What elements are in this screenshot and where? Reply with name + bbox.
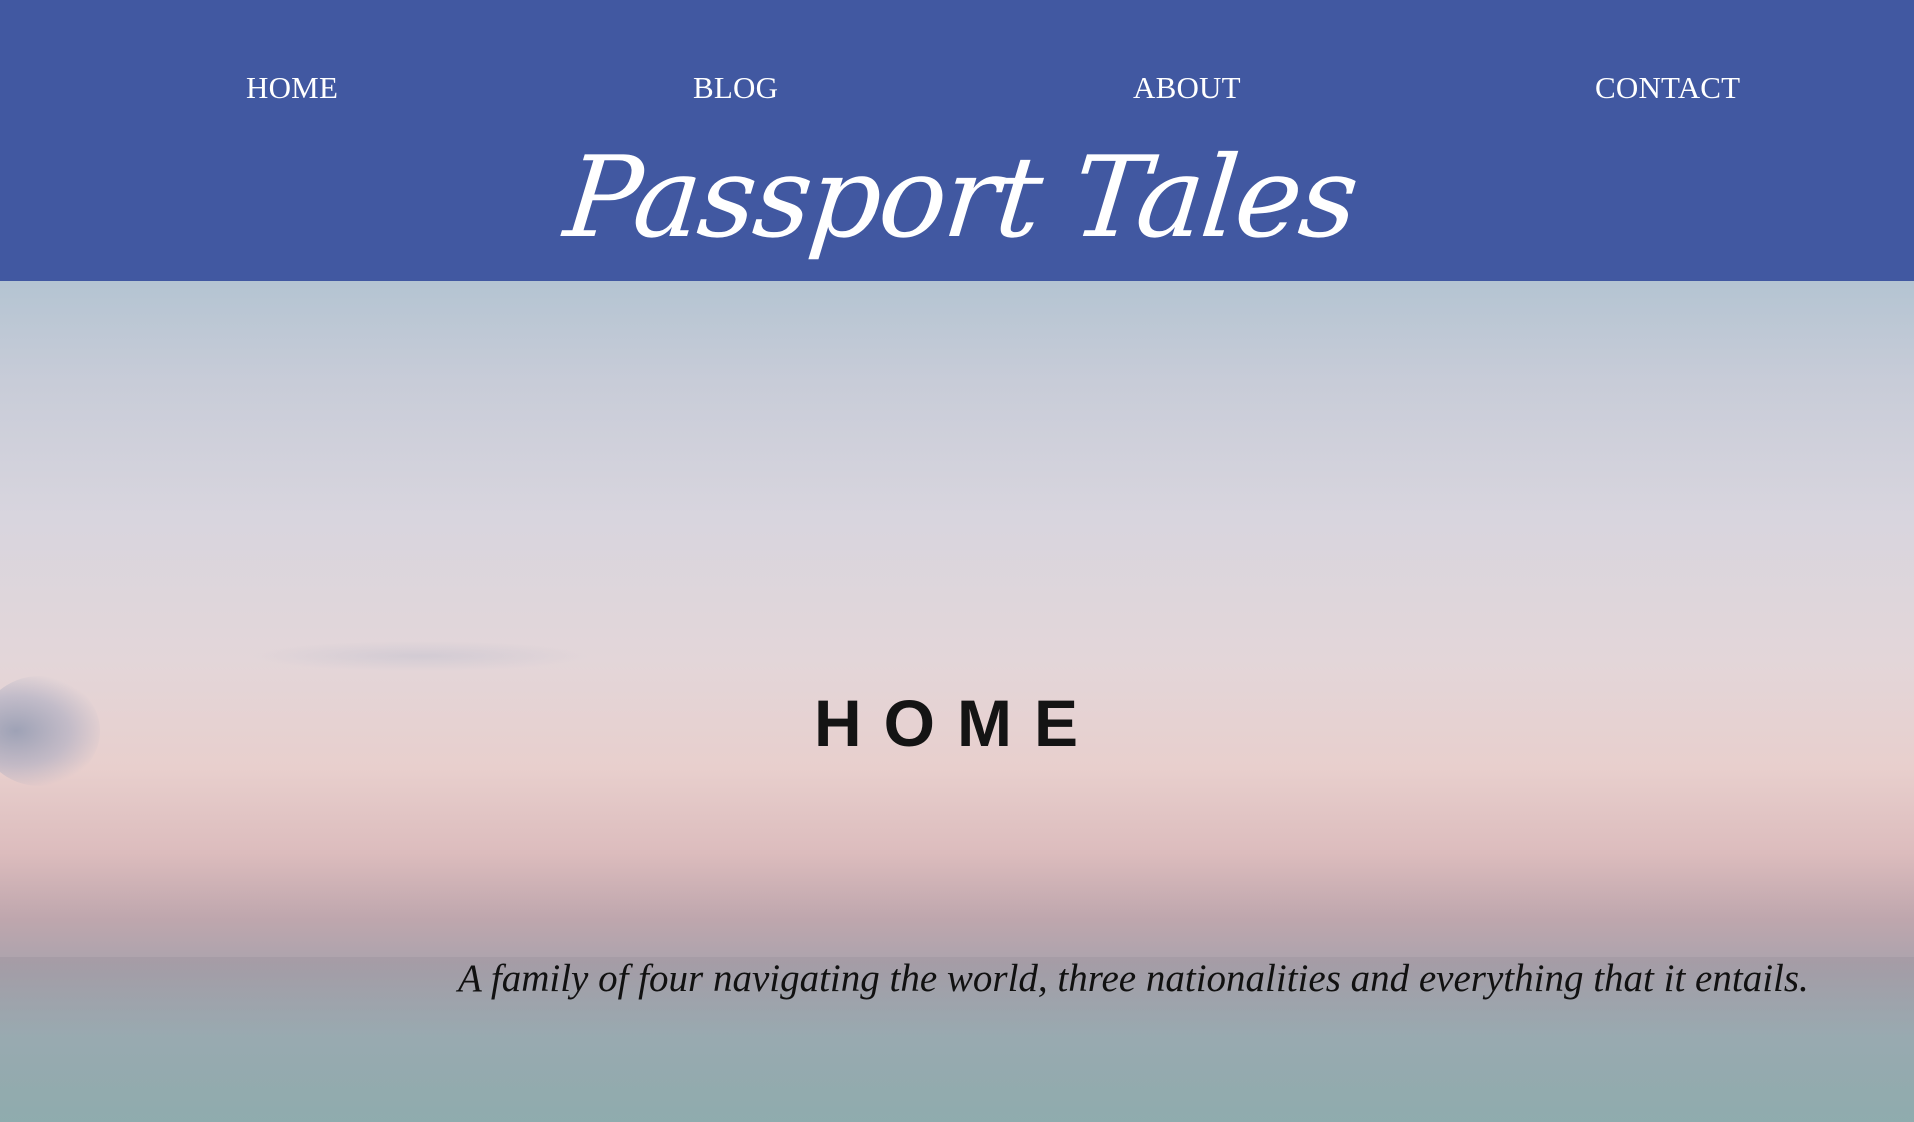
page: HOME BLOG ABOUT CONTACT Passport Tales H… xyxy=(0,0,1914,1122)
nav-link-blog[interactable]: BLOG xyxy=(693,70,778,106)
hero-section: HOME A family of four navigating the wor… xyxy=(0,281,1914,1122)
tagline: A family of four navigating the world, t… xyxy=(458,957,1809,1000)
nav-link-about[interactable]: ABOUT xyxy=(1133,70,1241,106)
cloud-wisp-decoration xyxy=(250,641,590,671)
site-logo-text[interactable]: Passport Tales xyxy=(0,128,1914,268)
site-title: Passport Tales xyxy=(559,133,1363,263)
site-header: HOME BLOG ABOUT CONTACT Passport Tales xyxy=(0,0,1914,281)
nav-link-contact[interactable]: CONTACT xyxy=(1595,70,1740,106)
page-title: HOME xyxy=(814,686,1100,761)
nav-link-home[interactable]: HOME xyxy=(246,70,338,106)
